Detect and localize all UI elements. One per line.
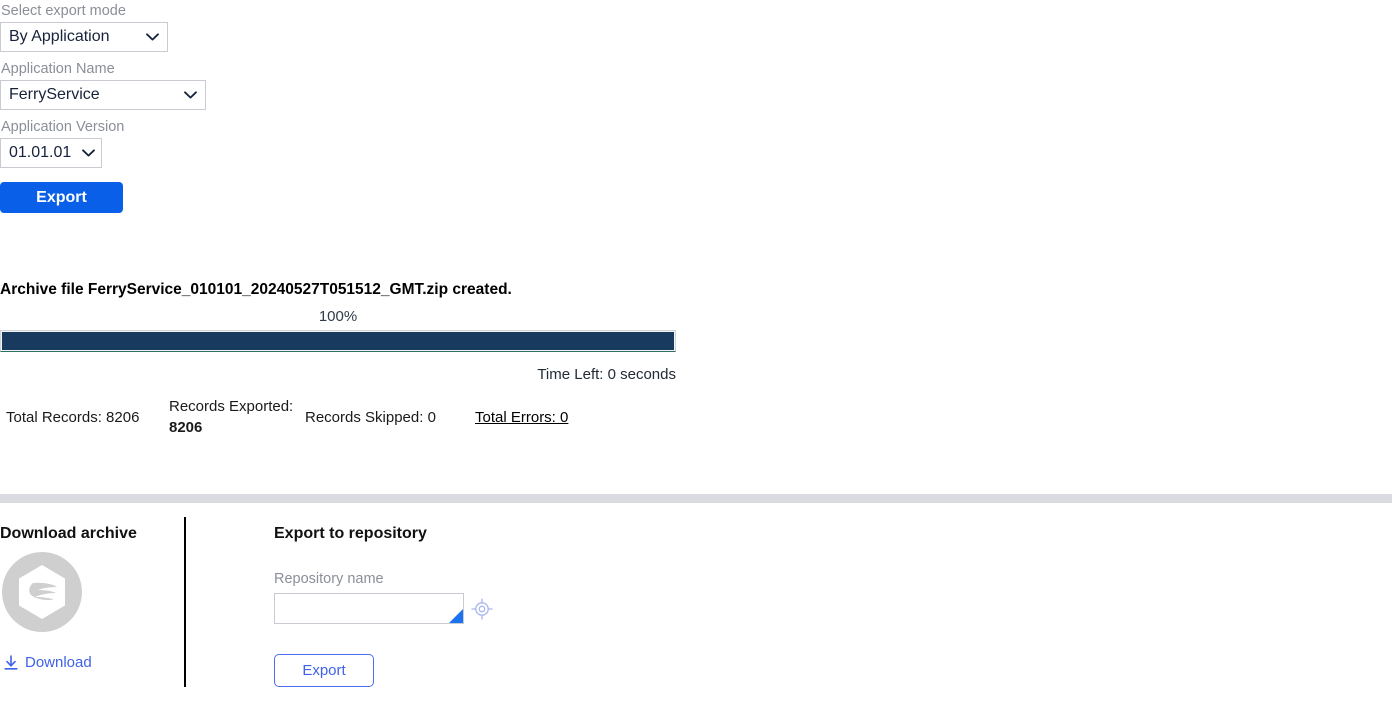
section-divider [0,494,1392,503]
progress-bar-fill [2,332,674,350]
export-mode-select-wrapper: By Application [0,22,168,52]
repository-input-wrapper [274,593,464,624]
download-link-label: Download [25,654,92,671]
records-exported-value: 8206 [169,419,203,436]
repository-name-input-row [274,593,674,624]
export-to-repository-section: Export to repository Repository name Exp… [274,523,674,687]
archive-status-message: Archive file FerryService_010101_2024052… [0,281,512,298]
export-to-repository-button[interactable]: Export [274,654,374,687]
export-statistics-row: Total Records: 8206 Records Exported: 82… [0,396,700,438]
download-archive-link[interactable]: Download [4,654,92,671]
application-name-select[interactable]: FerryService [0,80,206,110]
application-version-select-wrapper: 01.01.01 [0,138,102,168]
records-skipped-stat: Records Skipped: 0 [305,408,436,426]
export-to-repository-heading: Export to repository [274,525,427,542]
total-records-stat: Total Records: 8206 [6,408,140,426]
application-version-select[interactable]: 01.01.01 [0,138,102,168]
records-exported-stat: Records Exported: 8206 [169,396,305,438]
application-version-label: Application Version [1,119,125,135]
repository-target-icon[interactable] [471,597,493,620]
download-archive-heading: Download archive [0,525,137,542]
time-left-label: Time Left: 0 seconds [537,366,676,383]
application-name-label: Application Name [1,61,115,77]
panel-vertical-divider [184,517,186,687]
export-configuration-form: Select export mode By Application Applic… [0,0,700,213]
archive-package-icon [2,552,82,632]
records-exported-label: Records Exported: [169,398,294,415]
export-button[interactable]: Export [0,182,123,213]
progress-percent-label: 100% [318,308,358,325]
download-icon [4,654,18,671]
total-errors-link[interactable]: Total Errors: 0 [475,407,568,428]
repository-name-input[interactable] [274,593,464,624]
post-export-actions-panel: Download archive Download Export to repo… [0,503,1392,714]
export-status-block: Archive file FerryService_010101_2024052… [0,279,684,385]
application-name-select-wrapper: FerryService [0,80,206,110]
export-mode-label: Select export mode [1,3,126,19]
export-mode-select[interactable]: By Application [0,22,168,52]
repository-name-label: Repository name [274,571,384,587]
export-progress-bar [0,330,676,352]
download-archive-section: Download archive [0,523,184,545]
